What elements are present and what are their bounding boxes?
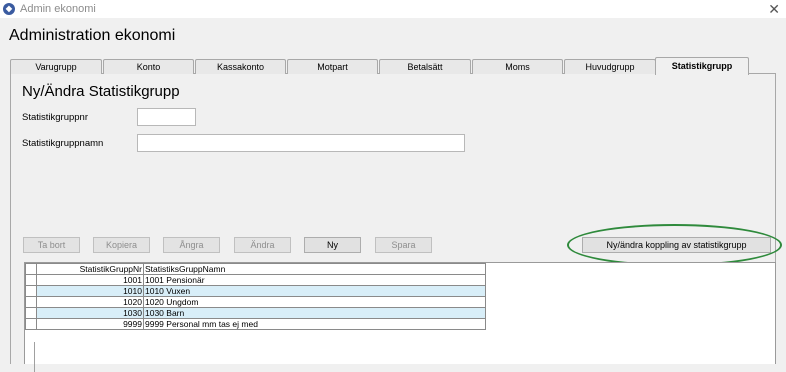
cell-namn[interactable]: 1030 Barn <box>143 307 486 319</box>
cell-nr[interactable]: 1010 <box>36 285 144 297</box>
cell-nr[interactable]: 9999 <box>36 318 144 330</box>
cell-namn[interactable]: 1001 Pensionär <box>143 274 486 286</box>
tab-statistikgrupp[interactable]: Statistikgrupp <box>655 57 749 75</box>
cell-namn[interactable]: 1010 Vuxen <box>143 285 486 297</box>
statistikgruppnr-input[interactable] <box>137 108 196 126</box>
tab-betalsatt[interactable]: Betalsätt <box>379 59 471 74</box>
new-button[interactable]: Ny <box>304 237 361 253</box>
window-title: Admin ekonomi <box>20 3 96 15</box>
grid-header-row: StatistikGruppNr StatistiksGruppNamn <box>25 263 486 275</box>
table-row[interactable]: 1010 1010 Vuxen <box>25 285 486 297</box>
undo-button[interactable]: Ångra <box>163 237 220 253</box>
row-selector[interactable] <box>25 307 37 319</box>
cell-nr[interactable]: 1020 <box>36 296 144 308</box>
tab-varugrupp[interactable]: Varugrupp <box>10 59 102 74</box>
table-row[interactable]: 1001 1001 Pensionär <box>25 274 486 286</box>
copy-button[interactable]: Kopiera <box>93 237 150 253</box>
tab-huvudgrupp[interactable]: Huvudgrupp <box>564 59 656 74</box>
close-icon[interactable]: ✕ <box>768 1 780 17</box>
statistikgruppnamn-label: Statistikgruppnamn <box>22 138 104 149</box>
tab-moms[interactable]: Moms <box>472 59 563 74</box>
column-header-namn[interactable]: StatistiksGruppNamn <box>143 263 486 275</box>
table-row[interactable]: 1020 1020 Ungdom <box>25 296 486 308</box>
highlight-ellipse <box>567 224 782 266</box>
column-header-nr[interactable]: StatistikGruppNr <box>36 263 144 275</box>
row-header-strip <box>25 342 35 372</box>
row-selector[interactable] <box>25 318 37 330</box>
statistikgruppnr-label: Statistikgruppnr <box>22 112 89 123</box>
cell-nr[interactable]: 1030 <box>36 307 144 319</box>
grid-table: StatistikGruppNr StatistiksGruppNamn 100… <box>25 263 486 330</box>
table-row[interactable]: 1030 1030 Barn <box>25 307 486 319</box>
form-title: Ny/Ändra Statistikgrupp <box>22 83 180 100</box>
cell-namn[interactable]: 1020 Ungdom <box>143 296 486 308</box>
save-button[interactable]: Spara <box>375 237 432 253</box>
table-row[interactable]: 9999 9999 Personal mm tas ej med <box>25 318 486 330</box>
row-selector[interactable] <box>25 296 37 308</box>
app-logo-icon: ◆ <box>3 3 15 15</box>
tab-motpart[interactable]: Motpart <box>287 59 378 74</box>
statistikgrupp-grid[interactable]: StatistikGruppNr StatistiksGruppNamn 100… <box>24 262 776 372</box>
delete-button[interactable]: Ta bort <box>23 237 80 253</box>
statistikgruppnamn-input[interactable] <box>137 134 465 152</box>
row-selector[interactable] <box>25 285 37 297</box>
cell-nr[interactable]: 1001 <box>36 274 144 286</box>
page-title: Administration ekonomi <box>9 27 176 44</box>
edit-button[interactable]: Ändra <box>234 237 291 253</box>
title-bar: ◆ Admin ekonomi ✕ <box>0 0 786 18</box>
row-header-cell <box>25 263 37 275</box>
row-selector[interactable] <box>25 274 37 286</box>
tab-konto[interactable]: Konto <box>103 59 194 74</box>
cell-namn[interactable]: 9999 Personal mm tas ej med <box>143 318 486 330</box>
tab-kassakonto[interactable]: Kassakonto <box>195 59 286 74</box>
